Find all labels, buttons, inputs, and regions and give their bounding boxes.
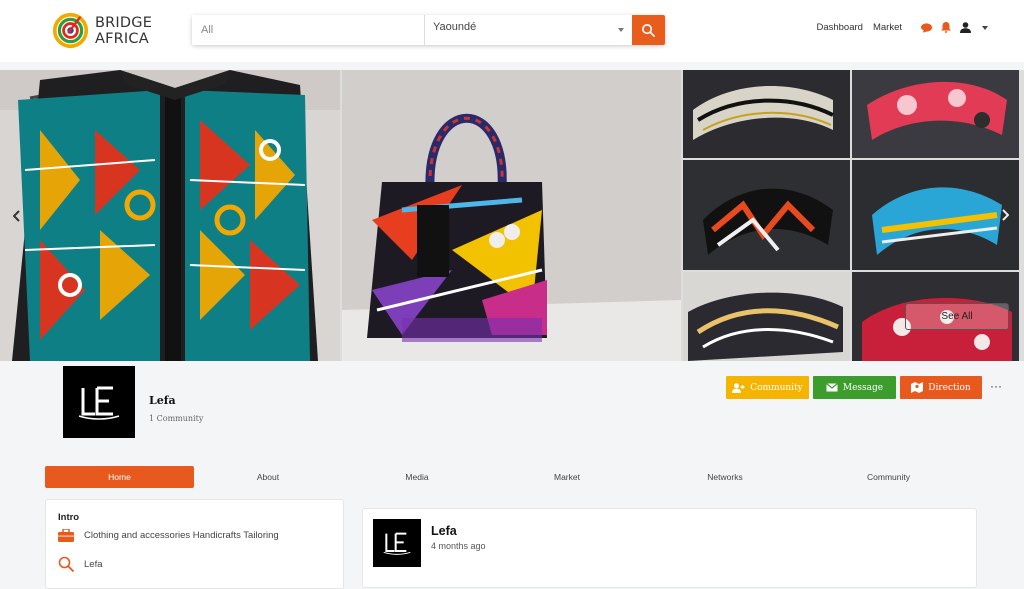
business-name: Lefa [149,394,176,407]
lefa-logo-icon [383,532,411,555]
gallery-image-headband-3[interactable] [683,160,850,270]
community-button-label: Community [750,382,803,393]
gallery-image-headband-2[interactable] [852,70,1019,158]
gallery-image-jacket[interactable] [0,70,340,361]
tab-community[interactable]: Community [808,466,969,488]
user-icon[interactable] [960,22,971,33]
jacket-photo [0,70,340,361]
map-icon [911,382,924,393]
location-select[interactable]: Yaoundé [425,15,632,45]
cover-gallery: See All [0,70,1024,361]
logo-text: BRIDGE AFRICA [95,15,152,47]
top-nav: Dashboard Market [816,22,988,33]
top-header: BRIDGE AFRICA Yaoundé Dashboard Market [0,0,1024,62]
search-bar: Yaoundé [192,15,665,45]
community-count[interactable]: 1 Community [149,414,203,423]
intro-name-row: Lefa [58,556,103,572]
see-all-button[interactable]: See All [905,303,1009,330]
direction-button-label: Direction [928,382,971,393]
intro-category-row: Clothing and accessories Handicrafts Tai… [58,529,279,542]
logo-line-1: BRIDGE [95,14,153,31]
profile-tabs: Home About Media Market Networks Communi… [45,466,969,488]
post-timestamp: 4 months ago [431,541,486,551]
tab-media[interactable]: Media [342,466,492,488]
message-button-label: Message [842,382,884,393]
community-button[interactable]: Community [726,376,809,399]
direction-button[interactable]: Direction [900,376,982,399]
more-options-icon[interactable]: ··· [990,380,1002,392]
intro-category: Clothing and accessories Handicrafts Tai… [84,530,279,541]
chevron-right-icon[interactable] [998,208,1012,222]
location-value: Yaoundé [433,21,477,33]
gallery-image-bag[interactable] [342,70,681,361]
gallery-image-headband-5[interactable] [683,272,850,361]
tab-market[interactable]: Market [492,466,642,488]
logo-line-2: AFRICA [95,30,149,47]
bag-photo [342,70,681,361]
add-user-icon [732,382,745,393]
post-avatar[interactable] [373,519,421,567]
search-icon [58,556,78,572]
post-author[interactable]: Lefa [431,524,457,538]
bridge-africa-logo[interactable]: BRIDGE AFRICA [52,12,152,49]
tab-networks[interactable]: Networks [642,466,808,488]
profile-actions: Community Message Direction [726,376,982,399]
tab-about[interactable]: About [194,466,342,488]
chevron-down-icon [618,28,624,32]
intro-card: Intro Clothing and accessories Handicraf… [45,499,344,589]
chevron-left-icon[interactable] [10,209,24,223]
nav-market[interactable]: Market [873,22,902,33]
search-icon [642,23,655,37]
nav-dashboard[interactable]: Dashboard [816,22,862,33]
search-button[interactable] [632,15,665,45]
logo-mark-icon [52,12,89,49]
tab-home[interactable]: Home [45,466,194,488]
post-card: Lefa 4 months ago [362,508,977,588]
intro-name: Lefa [84,558,103,570]
gallery-image-headband-1[interactable] [683,70,850,158]
business-logo[interactable] [63,366,135,438]
message-button[interactable]: Message [813,376,896,399]
intro-title: Intro [58,512,80,523]
briefcase-icon [58,529,78,542]
chevron-down-icon[interactable] [982,25,988,30]
bell-icon[interactable] [941,22,951,33]
lefa-logo-icon [78,386,120,420]
envelope-icon [825,383,838,392]
gallery-image-headband-4[interactable] [852,160,1019,270]
search-input[interactable] [192,15,425,45]
chat-icon[interactable] [921,22,932,33]
